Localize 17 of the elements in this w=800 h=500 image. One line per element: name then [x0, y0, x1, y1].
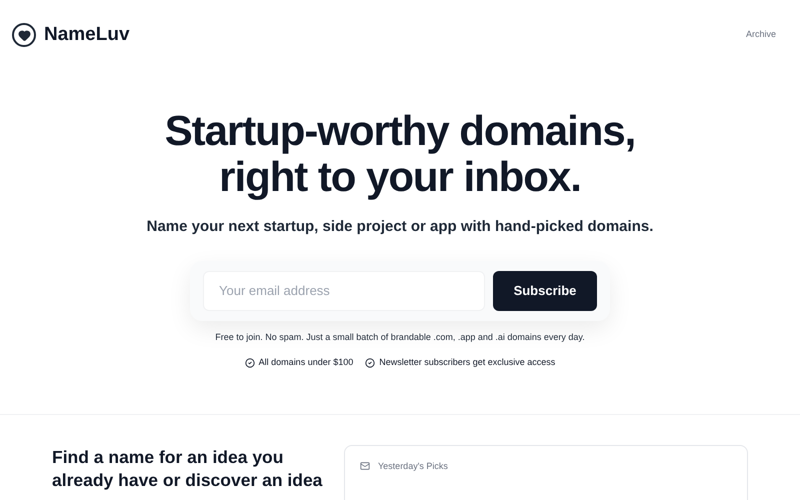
heart-logo-icon [12, 23, 36, 47]
perk-text: Newsletter subscribers get exclusive access [379, 356, 556, 369]
section-heading: Find a name for an idea you [52, 446, 284, 469]
hero-subtitle: Name your next startup, side project or app with hand-picked domains. [146, 217, 654, 237]
card-title: Yesterday's Picks [378, 460, 448, 473]
brand-name[interactable]: NameLuv [44, 20, 130, 50]
perk-text: All domains under $100 [258, 356, 354, 369]
nav-link[interactable]: Archive [746, 28, 776, 42]
hero-title: right to your inbox. [219, 154, 581, 200]
signup-note: Free to join. No spam. Just a small batch of brandable .com, .app and .ai domains every day. [215, 330, 585, 344]
check-circle-icon [244, 358, 255, 368]
email-field[interactable]: Your email address [203, 270, 485, 310]
check-circle-icon [365, 358, 376, 368]
hero-title: Startup-worthy domains, [164, 108, 636, 154]
subscribe-button[interactable]: Subscribe [493, 270, 597, 310]
mail-icon [360, 461, 370, 471]
section-heading: already have or discover an idea [52, 469, 324, 492]
